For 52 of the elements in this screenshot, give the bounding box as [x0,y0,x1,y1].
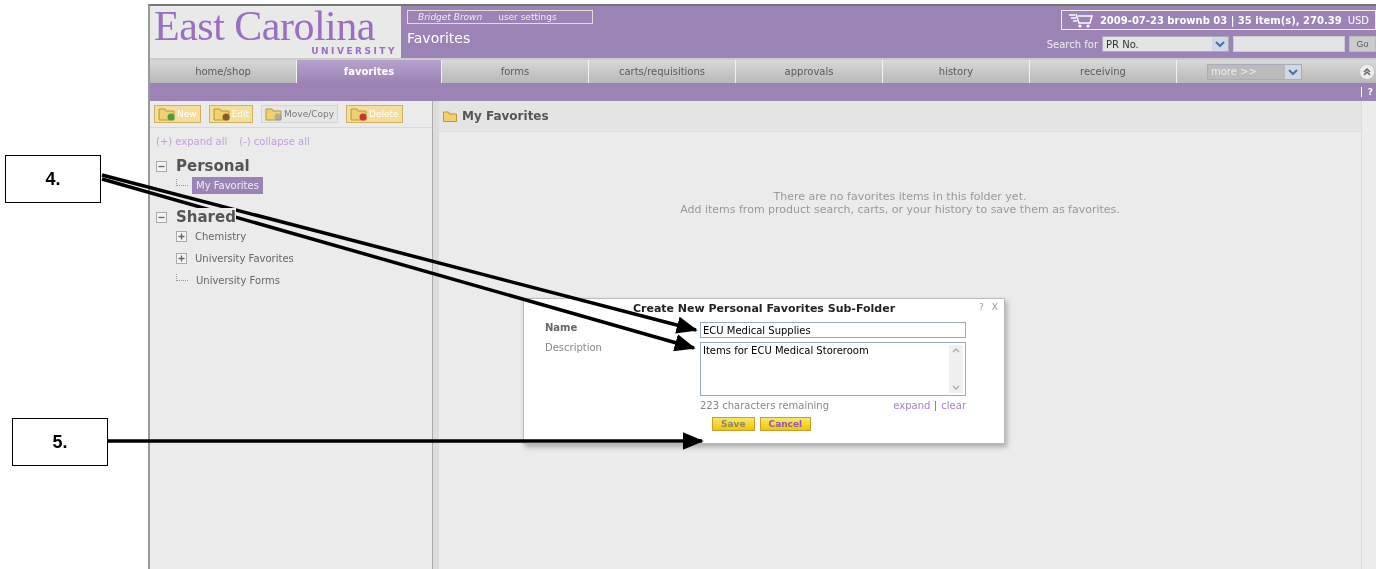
go-button[interactable]: Go [1349,36,1376,52]
folder-icon [350,107,369,121]
tree-item[interactable]: University Favorites [191,250,298,267]
user-name[interactable]: Bridget Brown [418,12,483,22]
empty-message: There are no favorites items in this folder yet. [773,190,1027,203]
folder-icon [212,107,231,121]
tree-item[interactable]: University Forms [192,272,285,289]
name-field[interactable]: ECU Medical Supplies [700,322,966,338]
cart-summary[interactable]: 2009-07-23 brownb 03 | 35 item(s), 270.39 USD [1060,10,1376,30]
collapse-all-link[interactable]: (-) collapse all [239,136,310,147]
plus-icon[interactable] [176,231,187,242]
cancel-button[interactable]: Cancel [759,417,812,431]
folder-icon [265,107,284,121]
cart-icon [1067,12,1094,28]
search-type-select[interactable]: PR No. [1102,36,1229,52]
search-label: Search for [1046,38,1098,50]
minus-icon[interactable] [156,211,167,223]
dropdown-icon [1215,40,1225,48]
scrollbar[interactable] [1361,101,1376,569]
folder-icon [443,110,457,122]
expand-link[interactable]: expand [893,400,931,411]
clear-link[interactable]: clear [941,400,966,411]
dropdown-icon [1288,67,1298,76]
dialog-title: Create New Personal Favorites Sub-Folder [632,302,896,315]
help-link[interactable]: ? [1360,87,1376,97]
university-logo[interactable]: East Carolina UNIVERSITY [150,6,401,58]
content-title: My Favorites [462,109,549,123]
folder-icon [158,107,176,121]
collapse-icon[interactable] [1360,64,1374,79]
callout-box: 4. [5,155,101,203]
save-button[interactable]: Save [712,417,755,431]
description-field[interactable]: Items for ECU Medical Storeroom [700,342,966,396]
plus-icon[interactable] [176,253,187,264]
nav-tab[interactable]: favorites [297,60,442,83]
cart-currency: USD [1347,14,1369,26]
cart-text: 2009-07-23 brownb 03 | 35 item(s), 270.39 [1099,14,1342,26]
description-label: Description [545,342,603,355]
splitter[interactable] [432,101,439,569]
characters-remaining: 223 characters remaining [700,400,830,411]
tree-item[interactable]: Chemistry [191,228,251,245]
callout-box: 5. [12,418,108,466]
tree-item[interactable]: My Favorites [192,177,263,194]
name-label: Name [545,322,579,335]
search-field[interactable] [1233,36,1345,52]
help-button[interactable]: ? [979,302,984,312]
scrollbar[interactable] [949,345,963,393]
user-settings-link[interactable]: user settings [498,12,557,22]
page-title: Favorites [407,30,472,46]
expand-all-link[interactable]: (+) expand all [156,136,228,147]
close-button[interactable]: X [991,302,998,312]
empty-message: Add items from product search, carts, or your history to save them as favorites. [680,203,1120,216]
minus-icon[interactable] [156,160,167,172]
